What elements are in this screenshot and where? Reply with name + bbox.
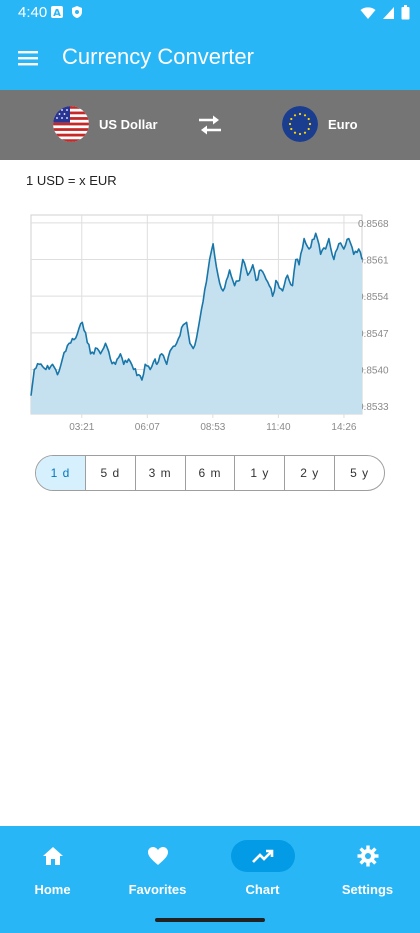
y-tick-label: 0.8561 xyxy=(358,256,389,267)
nav-item-home[interactable]: Home xyxy=(0,840,105,910)
bottom-navigation: Home Favorites Chart Settings xyxy=(0,826,420,933)
from-currency-selector[interactable]: US Dollar xyxy=(53,105,158,143)
y-tick-label: 0.8540 xyxy=(358,365,389,376)
x-tick-label: 11:40 xyxy=(266,422,291,433)
range-button-6m[interactable]: 6 m xyxy=(186,456,236,490)
nav-label: Settings xyxy=(341,882,394,897)
range-button-5d[interactable]: 5 d xyxy=(86,456,136,490)
nav-label: Chart xyxy=(245,882,280,897)
status-bar: 4:40 A xyxy=(0,0,420,26)
signal-icon xyxy=(383,6,394,19)
shield-icon xyxy=(72,6,82,18)
swap-arrows-icon xyxy=(199,115,221,135)
wifi-icon xyxy=(360,6,376,19)
currency-selector-bar: US Dollar Euro xyxy=(0,90,420,160)
nav-label: Favorites xyxy=(128,882,187,897)
gear-icon xyxy=(336,840,400,872)
nav-item-settings[interactable]: Settings xyxy=(315,840,420,910)
eu-flag-icon xyxy=(282,106,318,142)
exchange-rate-label: 1 USD = x EUR xyxy=(26,173,117,188)
nav-item-favorites[interactable]: Favorites xyxy=(105,840,210,910)
to-currency-selector[interactable]: Euro xyxy=(282,105,358,143)
app-bar: Currency Converter xyxy=(0,26,420,90)
range-button-2y[interactable]: 2 y xyxy=(285,456,336,490)
y-tick-label: 0.8568 xyxy=(358,219,389,230)
status-time: 4:40 xyxy=(18,4,48,21)
nav-label: Home xyxy=(34,882,71,897)
time-range-selector: 1 d5 d3 m6 m1 y2 y5 y xyxy=(35,455,385,491)
battery-icon xyxy=(401,5,410,20)
x-tick-label: 06:07 xyxy=(135,422,160,433)
trending-up-icon xyxy=(230,840,295,872)
range-button-3m[interactable]: 3 m xyxy=(136,456,186,490)
from-currency-label: US Dollar xyxy=(99,116,158,132)
range-button-1d[interactable]: 1 d xyxy=(36,456,86,490)
y-tick-label: 0.8533 xyxy=(358,402,389,413)
a-icon: A xyxy=(51,6,63,19)
menu-icon xyxy=(18,51,38,66)
x-tick-label: 08:53 xyxy=(200,422,225,433)
menu-button[interactable] xyxy=(14,44,42,72)
page-title: Currency Converter xyxy=(62,44,254,69)
x-tick-label: 14:26 xyxy=(331,422,356,433)
nav-item-chart[interactable]: Chart xyxy=(210,840,315,910)
range-button-5y[interactable]: 5 y xyxy=(335,456,384,490)
heart-icon xyxy=(126,840,190,872)
y-tick-label: 0.8547 xyxy=(358,329,389,340)
to-currency-label: Euro xyxy=(328,116,358,132)
us-flag-icon xyxy=(53,106,89,142)
exchange-rate-chart[interactable]: 0.8568 0.8561 0.8554 0.8547 0.8540 0.8533 03:2… xyxy=(0,205,420,435)
y-tick-label: 0.8554 xyxy=(358,292,389,303)
svg-text:A: A xyxy=(53,8,61,19)
home-indicator xyxy=(155,918,265,922)
home-icon xyxy=(21,840,85,872)
swap-currencies-button[interactable] xyxy=(196,112,224,138)
range-button-1y[interactable]: 1 y xyxy=(235,456,286,490)
x-tick-label: 03:21 xyxy=(69,422,94,433)
